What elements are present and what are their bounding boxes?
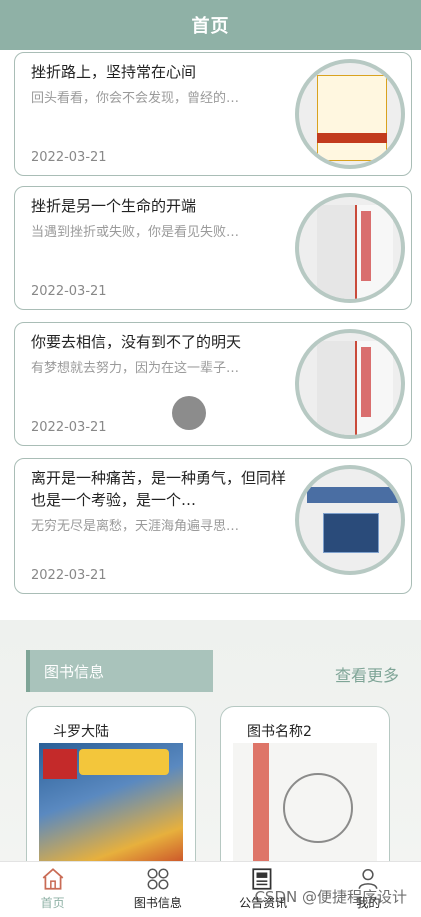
article-summary: 有梦想就去努力，因为在这一辈子… [31,361,240,376]
book-card[interactable]: 斗罗大陆 [26,706,196,871]
article-thumbnail [295,329,405,439]
article-summary: 当遇到挫折或失败，你是看见失败… [31,225,240,240]
grid-icon [147,868,169,890]
article-thumbnail [295,59,405,169]
home-icon [42,868,63,890]
tab-home[interactable]: 首页 [0,862,105,917]
loading-indicator [172,396,206,430]
article-title: 挫折路上，坚持常在心间 [31,63,197,81]
article-summary: 无穷无尽是离愁，天涯海角遍寻思… [31,519,240,534]
article-thumbnail [295,193,405,303]
article-date: 2022-03-21 [31,568,107,583]
book-name: 图书名称2 [247,724,312,740]
book-cover [39,743,183,870]
article-summary: 回头看看，你会不会发现，曾经的… [31,91,240,106]
article-title: 离开是一种痛苦，是一种勇气，但同样也是一个考验，是一个… [31,469,287,509]
tab-label: 图书信息 [133,896,182,910]
article-card[interactable]: 挫折是另一个生命的开端 当遇到挫折或失败，你是看见失败… 2022-03-21 [14,186,412,310]
article-title: 你要去相信，没有到不了的明天 [31,333,242,351]
book-cover [233,743,377,870]
section-title: 图书信息 [26,650,213,692]
tab-book-info[interactable]: 图书信息 [105,862,210,917]
page-title: 首页 [191,16,230,37]
article-date: 2022-03-21 [31,284,107,299]
book-name: 斗罗大陆 [53,724,109,740]
book-info-section: 图书信息 查看更多 斗罗大陆 图书名称2 [0,620,421,871]
article-card[interactable]: 离开是一种痛苦，是一种勇气，但同样也是一个考验，是一个… 无穷无尽是离愁，天涯海… [14,458,412,594]
book-card[interactable]: 图书名称2 [220,706,390,871]
article-card[interactable]: 你要去相信，没有到不了的明天 有梦想就去努力，因为在这一辈子… 2022-03-… [14,322,412,446]
watermark: CSDN @便捷程序设计 [254,888,407,906]
article-date: 2022-03-21 [31,420,107,435]
tab-label: 首页 [40,896,65,910]
article-thumbnail [295,465,405,575]
article-date: 2022-03-21 [31,150,107,165]
top-app-bar: 首页 [0,0,421,50]
article-card[interactable]: 挫折路上，坚持常在心间 回头看看，你会不会发现，曾经的… 2022-03-21 [14,52,412,176]
view-more-link[interactable]: 查看更多 [335,662,399,686]
article-title: 挫折是另一个生命的开端 [31,197,197,215]
